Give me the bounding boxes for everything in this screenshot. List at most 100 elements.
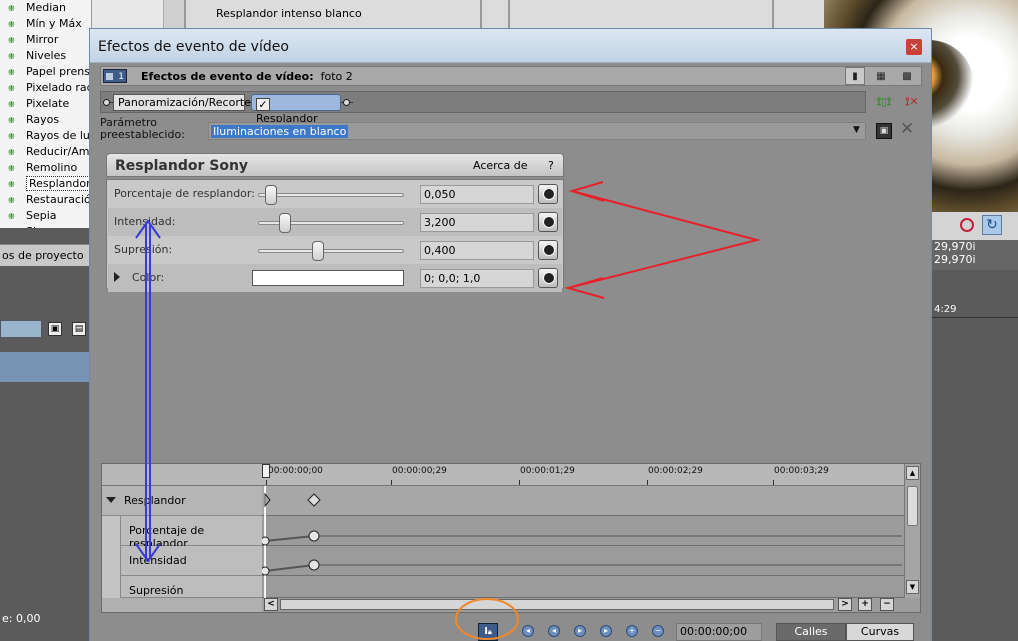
scroll-down-icon[interactable]: ▼ <box>906 580 919 594</box>
keyframe-lanes[interactable] <box>262 486 904 598</box>
keyframe-node[interactable] <box>262 536 270 546</box>
next-keyframe-icon[interactable]: ▸ <box>574 625 586 637</box>
preset-list-item[interactable]: Resplandor intenso blanco <box>216 7 362 20</box>
value-field[interactable]: 3,200 <box>420 213 534 232</box>
save-preset-icon[interactable]: ▣ <box>876 123 892 139</box>
plugin-pan-crop-button[interactable]: Panoramización/Recorte <box>113 94 251 111</box>
slider-thumb[interactable] <box>264 185 277 205</box>
value-field[interactable]: 0,050 <box>420 185 534 204</box>
param-label: Porcentaje de resplandor: <box>114 187 255 200</box>
fx-list-item[interactable]: ⁜ Mirror <box>0 32 91 48</box>
fx-list-item[interactable]: ⁜ Niveles <box>0 48 91 64</box>
fx-list-item[interactable]: ⁜ Remolino <box>0 160 91 176</box>
tab-curves[interactable]: Curvas <box>846 623 914 641</box>
about-button[interactable]: Acerca de <box>473 159 527 172</box>
video-track-header[interactable] <box>0 352 92 382</box>
plugin-icon: ⁜ <box>8 36 15 45</box>
param-row-suppression: Supresión: 0,400 <box>108 236 562 264</box>
animate-icon[interactable] <box>538 240 558 260</box>
fx-list-item[interactable]: ⁜ Reducir/Ampliar <box>0 144 91 160</box>
fx-list-item[interactable]: ⁜ Pixelate <box>0 96 91 112</box>
track-intensity[interactable]: Intensidad <box>120 546 262 576</box>
scroll-track[interactable] <box>280 599 834 610</box>
fx-list-item[interactable]: ⁜ Rayos <box>0 112 91 128</box>
checkbox-icon[interactable]: ✓ <box>256 98 270 111</box>
prev-keyframe-icon[interactable]: ◂ <box>548 625 560 637</box>
fx-list-item-label: Median <box>26 1 67 14</box>
expand-triangle-icon[interactable] <box>114 272 120 282</box>
delete-keyframe-icon[interactable]: − <box>652 625 664 637</box>
track-suppression[interactable]: Supresión <box>120 576 262 598</box>
fx-list-item[interactable]: ⁜ Rayos de luz <box>0 128 91 144</box>
sync-cursor-button[interactable]: I🔒︎ <box>478 623 498 641</box>
zoom-out-icon[interactable]: − <box>880 598 894 611</box>
value-field[interactable]: 0; 0,0; 1,0 <box>420 269 534 288</box>
view-columns-icon[interactable]: ▦ <box>871 67 891 85</box>
view-grid-icon[interactable]: ▩ <box>897 67 917 85</box>
chevron-down-icon[interactable]: ▼ <box>853 125 860 135</box>
value-field[interactable]: 0,400 <box>420 241 534 260</box>
timecode-field[interactable]: 00:00:00;00 <box>676 623 762 641</box>
track-glow-percent[interactable]: Porcentaje de resplandor <box>120 516 262 550</box>
chain-plugins-icon[interactable]: ⟟▯⟟ <box>876 95 892 109</box>
fx-list-item-label: Resplandor <box>26 176 91 191</box>
fx-list-item[interactable]: ⁜ Sepia <box>0 208 91 224</box>
plugin-icon: ⁜ <box>8 68 15 77</box>
fx-list-item[interactable]: ⁜ Mín y Máx <box>0 16 91 32</box>
vertical-scrollbar[interactable]: ▲ ▼ <box>904 464 920 598</box>
lock-icon: 🔒︎ <box>488 628 492 636</box>
slider-track[interactable] <box>258 193 404 197</box>
animate-icon[interactable] <box>538 268 558 288</box>
delete-preset-icon[interactable]: ✕ <box>900 119 914 139</box>
scroll-thumb[interactable] <box>907 486 918 526</box>
first-keyframe-icon[interactable]: ◂ <box>522 625 534 637</box>
playhead-handle[interactable] <box>262 464 270 478</box>
keyframe-marker[interactable] <box>307 493 321 507</box>
fx-list-item[interactable]: ⁜ Papel prensa <box>0 64 91 80</box>
plugin-icon: ⁜ <box>8 4 15 13</box>
animate-icon[interactable] <box>538 184 558 204</box>
color-swatch[interactable] <box>252 270 404 286</box>
track-label: Resplandor <box>124 494 186 507</box>
scroll-right-icon[interactable]: > <box>838 598 852 611</box>
collapse-triangle-icon[interactable] <box>106 497 116 503</box>
fx-list-item[interactable]: ⁜ Resplandor <box>0 176 91 192</box>
tab-lanes[interactable]: Calles <box>776 623 846 641</box>
horizontal-scrollbar[interactable]: < > + − <box>262 598 920 612</box>
param-row-glow-percent: Porcentaje de resplandor: 0,050 <box>108 180 562 208</box>
track-name-field[interactable] <box>0 320 42 338</box>
track-glow[interactable]: Resplandor <box>102 486 262 516</box>
slider-thumb[interactable] <box>279 213 292 233</box>
scroll-left-icon[interactable]: < <box>264 598 278 611</box>
slider-track[interactable] <box>258 249 404 253</box>
project-tab[interactable]: os de proyecto <box>0 244 92 266</box>
loop-icon[interactable]: ↻ <box>982 215 1002 235</box>
remove-plugin-icon[interactable]: ⟟✕ <box>904 95 920 109</box>
keyframe-node[interactable] <box>308 559 320 571</box>
help-button[interactable]: ? <box>548 159 554 172</box>
last-keyframe-icon[interactable]: ▸ <box>600 625 612 637</box>
fx-list-item[interactable]: ⁜ Restauración <box>0 192 91 208</box>
scroll-up-icon[interactable]: ▲ <box>906 466 919 480</box>
fx-list-item[interactable]: ⁜ Pixelado radial <box>0 80 91 96</box>
plugin-glow-button[interactable]: ✓Resplandor <box>251 94 341 125</box>
fx-list-item[interactable]: ⁜Sharpen <box>0 224 91 228</box>
close-button[interactable]: × <box>906 39 922 55</box>
track-motion-icon[interactable]: ▤ <box>72 322 86 336</box>
timeline-ruler[interactable]: 00:00:00;00 00:00:00;29 00:00:01;29 00:0… <box>102 464 904 486</box>
record-icon[interactable] <box>960 218 974 232</box>
keyframe-node[interactable] <box>308 530 320 542</box>
param-row-intensity: Intensidad: 3,200 <box>108 208 562 236</box>
animate-icon[interactable] <box>538 212 558 232</box>
title-bar[interactable]: Efectos de evento de vídeo × <box>90 29 931 63</box>
zoom-in-icon[interactable]: + <box>858 598 872 611</box>
track-fx-icon[interactable]: ▣ <box>48 322 62 336</box>
timeline-ruler: 4:29 <box>930 296 1018 318</box>
view-single-icon[interactable]: ▮ <box>845 67 865 85</box>
fx-list-item[interactable]: ⁜ Median <box>0 0 91 16</box>
keyframe-node[interactable] <box>262 566 270 576</box>
preset-dropdown[interactable]: Iluminaciones en blanco ▼ <box>208 122 866 140</box>
chain-tools: ⟟▯⟟ ⟟✕ <box>876 95 920 109</box>
slider-thumb[interactable] <box>311 241 324 261</box>
add-keyframe-icon[interactable]: + <box>626 625 638 637</box>
